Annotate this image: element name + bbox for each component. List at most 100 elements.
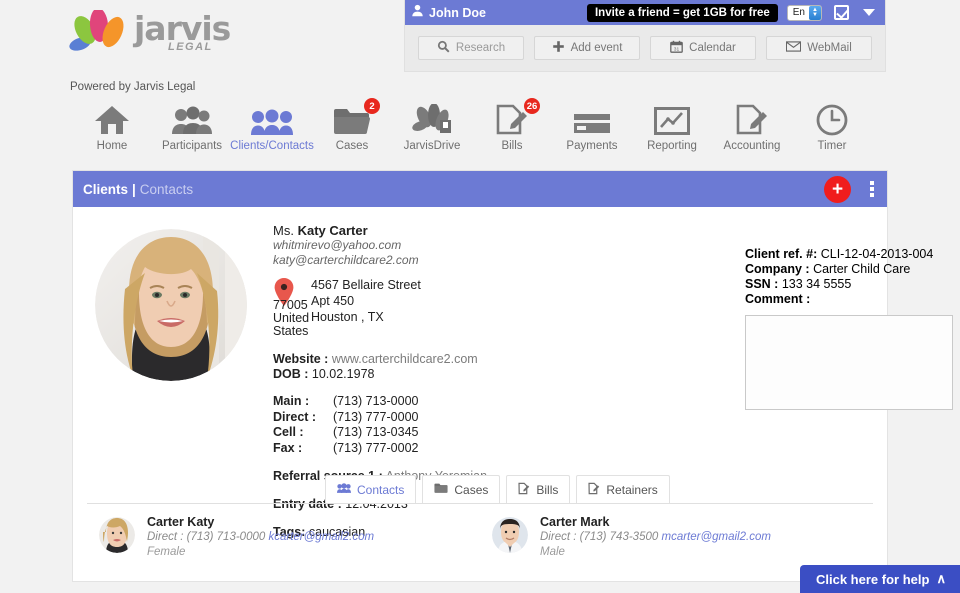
tab-label: Retainers [606,482,658,497]
magnifier-icon [437,40,450,56]
research-button[interactable]: Research [418,36,524,60]
user-name[interactable]: John Doe [429,6,486,20]
user-panel: John Doe Invite a friend = get 1GB for f… [404,0,886,72]
comment-label: Comment : [745,292,811,306]
dob-row: DOB : 10.02.1978 [273,367,673,382]
nav-item-bills[interactable]: 26 Bills [472,98,552,160]
direct-phone: (713) 713-0000 [186,531,266,543]
nav-label: Clients/Contacts [230,140,314,152]
jarvis-logo[interactable]: jarvis LEGAL [68,8,288,56]
webmail-label: WebMail [807,42,852,54]
contact-direct: Direct : (713) 713-0000 kcarter@gmail2.c… [147,530,374,545]
user-bar: John Doe Invite a friend = get 1GB for f… [405,0,885,25]
website-value[interactable]: www.carterchildcare2.com [332,352,478,366]
webmail-button[interactable]: WebMail [766,36,872,60]
calendar-label: Calendar [689,42,736,54]
tab-retainers[interactable]: Retainers [576,475,670,503]
nav-item-reporting[interactable]: Reporting [632,100,712,160]
add-button[interactable]: + [824,176,851,203]
nav-label: JarvisDrive [403,140,461,152]
tab-cases[interactable]: Cases [422,475,501,503]
ssn-value: 133 34 5555 [781,277,852,291]
phone-label: Cell : [273,425,304,439]
breadcrumb-contacts[interactable]: Contacts [140,182,193,197]
contact-full-name: Katy Carter [297,223,368,238]
phone-label: Direct : [273,409,317,424]
contact-direct: Direct : (713) 743-3500 mcarter@gmail2.c… [540,530,771,545]
client-meta: Client ref. #: CLI-12-04-2013-004 Compan… [745,247,960,410]
address-line-1: 4567 Bellaire Street [311,278,421,292]
tool-row: Research Add event 31 Calendar WebMail [405,25,885,71]
nav-item-cases[interactable]: 2 Cases [312,98,392,160]
contact-name: Carter Katy [147,515,215,529]
help-label: Click here for help [816,571,930,587]
ledger-icon [735,100,769,136]
contact-info: Carter Mark Direct : (713) 743-3500 mcar… [540,515,771,559]
ssn-label: SSN : [745,277,779,291]
language-select[interactable]: En ▲ ▼ [786,4,822,21]
invite-banner[interactable]: Invite a friend = get 1GB for free [586,3,778,22]
panel-header: Clients | Contacts + [73,171,887,207]
chart-icon [654,100,690,136]
nav-item-jarvisdrive[interactable]: JarvisDrive [392,100,472,160]
clock-icon [816,100,848,136]
client-ref-value: CLI-12-04-2013-004 [820,247,934,261]
chevron-up-icon: ∧ [936,571,946,586]
contact-email-1[interactable]: whitmirevo@yahoo.com [273,238,673,253]
breadcrumb-clients[interactable]: Clients [83,182,128,197]
related-contacts-list: Carter Katy Direct : (713) 713-0000 kcar… [87,507,873,573]
contacts-icon [251,100,293,136]
client-ref-label: Client ref. #: [745,247,818,261]
nav-label: Payments [566,140,618,152]
nav-label: Cases [335,140,369,152]
carter-katy-avatar [99,517,135,553]
contact-email-2[interactable]: katy@carterchildcare2.com [273,253,673,268]
tab-contacts[interactable]: Contacts [325,475,417,503]
cases-badge: 2 [364,98,380,114]
direct-label: Direct : [540,531,577,543]
nav-item-clients-contacts[interactable]: Clients/Contacts [230,100,314,160]
contact-email-link[interactable]: mcarter@gmail2.com [661,531,770,543]
list-item[interactable]: Carter Katy Direct : (713) 713-0000 kcar… [87,515,480,573]
app-root: jarvis LEGAL John Doe Invite a friend = … [0,0,960,593]
detail-tabs: Contacts Cases Bills Retainers [325,475,670,503]
nav-item-home[interactable]: Home [72,100,152,160]
nav-item-accounting[interactable]: Accounting [712,100,792,160]
caret-down-icon[interactable] [863,9,875,16]
nav-item-timer[interactable]: Timer [792,100,872,160]
contact-gender: Male [540,546,565,558]
address-line-2: Apt 450 [311,294,355,308]
nav-label: Timer [817,140,847,152]
ssn-row: SSN : 133 34 5555 [745,277,960,292]
dob-label: DOB : [273,367,309,381]
clients-panel: Clients | Contacts + Ms. Katy Carter whi… [72,170,953,582]
help-button[interactable]: Click here for help ∧ [800,565,960,593]
calendar-button[interactable]: 31 Calendar [650,36,756,60]
main-nav: Home Participants Clients/Contacts 2 Cas… [72,98,888,160]
card-icon [573,100,611,136]
kebab-menu-icon[interactable] [870,181,874,197]
phone-row: Cell : (713) 713-0345 [273,425,673,441]
bill-small-icon [518,482,530,498]
phone-label: Main : [273,394,310,408]
checkbox-checked-icon[interactable] [834,5,849,20]
add-event-button[interactable]: Add event [534,36,640,60]
nav-label: Bills [501,140,523,152]
contact-email-link[interactable]: kcarter@gmail2.com [268,531,374,543]
website-row: Website : www.carterchildcare2.com [273,352,673,367]
address-lines: 4567 Bellaire Street Apt 450 Houston , T… [311,277,421,325]
nav-item-payments[interactable]: Payments [552,100,632,160]
research-label: Research [455,42,506,54]
envelope-icon [786,41,802,55]
breadcrumb-separator: | [132,181,136,197]
direct-label: Direct : [147,531,184,543]
nav-label: Accounting [723,140,781,152]
contact-gender: Female [147,546,186,558]
drive-icon [412,100,452,136]
phone-value: (713) 777-0002 [333,440,419,455]
phone-value: (713) 713-0345 [333,425,419,439]
comment-textarea[interactable] [745,315,953,410]
tab-bills[interactable]: Bills [506,475,571,503]
people-small-icon [337,482,351,497]
nav-item-participants[interactable]: Participants [152,100,232,160]
